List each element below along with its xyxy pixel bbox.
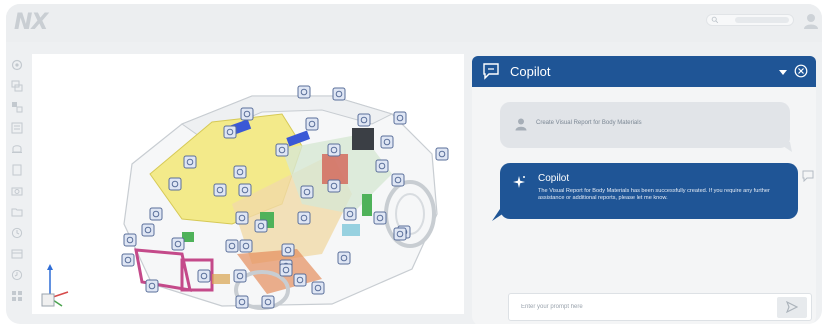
- document-icon[interactable]: [10, 163, 24, 177]
- annotation-hotspot-icon[interactable]: [235, 211, 249, 225]
- copilot-panel: Copilot Create Visual Report for Body Ma…: [472, 56, 816, 324]
- annotation-hotspot-icon[interactable]: [337, 251, 351, 265]
- annotation-hotspot-icon[interactable]: [223, 125, 237, 139]
- annotation-hotspot-icon[interactable]: [121, 253, 135, 267]
- annotation-hotspot-icon[interactable]: [123, 233, 137, 247]
- annotation-hotspot-icon[interactable]: [239, 239, 253, 253]
- annotation-hotspot-icon[interactable]: [235, 295, 249, 309]
- user-message-text: Create Visual Report for Body Materials: [536, 120, 642, 126]
- orientation-triad-icon[interactable]: [36, 260, 76, 310]
- annotation-hotspot-icon[interactable]: [238, 183, 252, 197]
- assembly-icon[interactable]: [10, 100, 24, 114]
- minimize-icon[interactable]: [778, 67, 788, 77]
- annotation-hotspot-icon[interactable]: [254, 219, 268, 233]
- camera-icon[interactable]: [10, 184, 24, 198]
- search-bar[interactable]: [706, 14, 794, 26]
- chat-add-icon[interactable]: [802, 170, 814, 182]
- settings-icon[interactable]: [10, 58, 24, 72]
- annotation-hotspot-icon[interactable]: [279, 263, 293, 277]
- send-icon: [786, 301, 798, 313]
- annotation-hotspot-icon[interactable]: [141, 223, 155, 237]
- layers-icon[interactable]: [10, 79, 24, 93]
- close-icon[interactable]: [794, 64, 808, 78]
- annotation-hotspot-icon[interactable]: [393, 111, 407, 125]
- vehicle-assembly-model[interactable]: [32, 54, 464, 314]
- annotation-hotspot-icon[interactable]: [375, 159, 389, 173]
- annotation-hotspot-icon[interactable]: [300, 185, 314, 199]
- annotation-hotspot-icon[interactable]: [261, 295, 275, 309]
- sparkle-icon: [513, 176, 525, 188]
- annotation-hotspot-icon[interactable]: [305, 117, 319, 131]
- annotation-hotspot-icon[interactable]: [297, 211, 311, 225]
- copilot-message-bubble: Copilot The Visual Report for Body Mater…: [500, 163, 798, 219]
- annotation-hotspot-icon[interactable]: [240, 107, 254, 121]
- user-bubble-tail: [776, 142, 792, 152]
- annotation-hotspot-icon[interactable]: [393, 227, 407, 241]
- annotation-hotspot-icon[interactable]: [435, 147, 449, 161]
- annotation-hotspot-icon[interactable]: [373, 211, 387, 225]
- folder-icon[interactable]: [10, 205, 24, 219]
- nx-application-window: NX Copilot Create Visual Report for Body…: [6, 4, 822, 324]
- annotation-hotspot-icon[interactable]: [225, 239, 239, 253]
- annotation-hotspot-icon[interactable]: [380, 135, 394, 149]
- annotation-hotspot-icon[interactable]: [357, 113, 371, 127]
- annotation-hotspot-icon[interactable]: [293, 273, 307, 287]
- search-icon: [711, 16, 719, 24]
- history-icon[interactable]: [10, 226, 24, 240]
- annotation-hotspot-icon[interactable]: [171, 237, 185, 251]
- annotation-hotspot-icon[interactable]: [183, 155, 197, 169]
- package-icon[interactable]: [10, 247, 24, 261]
- notification-icon[interactable]: [10, 142, 24, 156]
- prompt-input-container: [508, 293, 812, 321]
- 3d-model-viewport[interactable]: [32, 54, 464, 314]
- annotation-hotspot-icon[interactable]: [327, 179, 341, 193]
- copilot-title: Copilot: [510, 64, 551, 79]
- annotation-hotspot-icon[interactable]: [332, 87, 346, 101]
- copilot-header: Copilot: [472, 56, 816, 87]
- annotation-hotspot-icon[interactable]: [213, 183, 227, 197]
- left-toolbar: [6, 54, 28, 316]
- search-input-field[interactable]: [735, 17, 789, 23]
- top-bar: NX: [6, 4, 822, 42]
- copilot-message-text: The Visual Report for Body Materials has…: [538, 188, 770, 201]
- annotation-hotspot-icon[interactable]: [311, 281, 325, 295]
- annotation-hotspot-icon[interactable]: [275, 143, 289, 157]
- annotation-hotspot-icon[interactable]: [197, 269, 211, 283]
- send-button[interactable]: [777, 297, 807, 318]
- user-icon: [515, 118, 527, 131]
- copilot-bubble-tail: [492, 209, 510, 221]
- annotation-hotspot-icon[interactable]: [281, 243, 295, 257]
- annotation-hotspot-icon[interactable]: [149, 207, 163, 221]
- history-icon[interactable]: [10, 268, 24, 282]
- app-logo: NX: [14, 10, 48, 35]
- copilot-message-sender: Copilot: [538, 173, 570, 184]
- annotation-hotspot-icon[interactable]: [233, 165, 247, 179]
- part-list-icon[interactable]: [10, 121, 24, 135]
- annotation-hotspot-icon[interactable]: [297, 85, 311, 99]
- annotation-hotspot-icon[interactable]: [327, 143, 341, 157]
- chat-bubble-icon: [483, 63, 499, 80]
- annotation-hotspot-icon[interactable]: [343, 207, 357, 221]
- annotation-hotspot-icon[interactable]: [391, 173, 405, 187]
- user-avatar-icon[interactable]: [802, 12, 820, 30]
- grid-icon[interactable]: [10, 289, 24, 303]
- prompt-input[interactable]: [521, 301, 761, 313]
- annotation-hotspot-icon[interactable]: [145, 279, 159, 293]
- user-message-bubble: Create Visual Report for Body Materials: [500, 102, 790, 148]
- annotation-hotspot-icon[interactable]: [168, 177, 182, 191]
- annotation-hotspot-icon[interactable]: [233, 269, 247, 283]
